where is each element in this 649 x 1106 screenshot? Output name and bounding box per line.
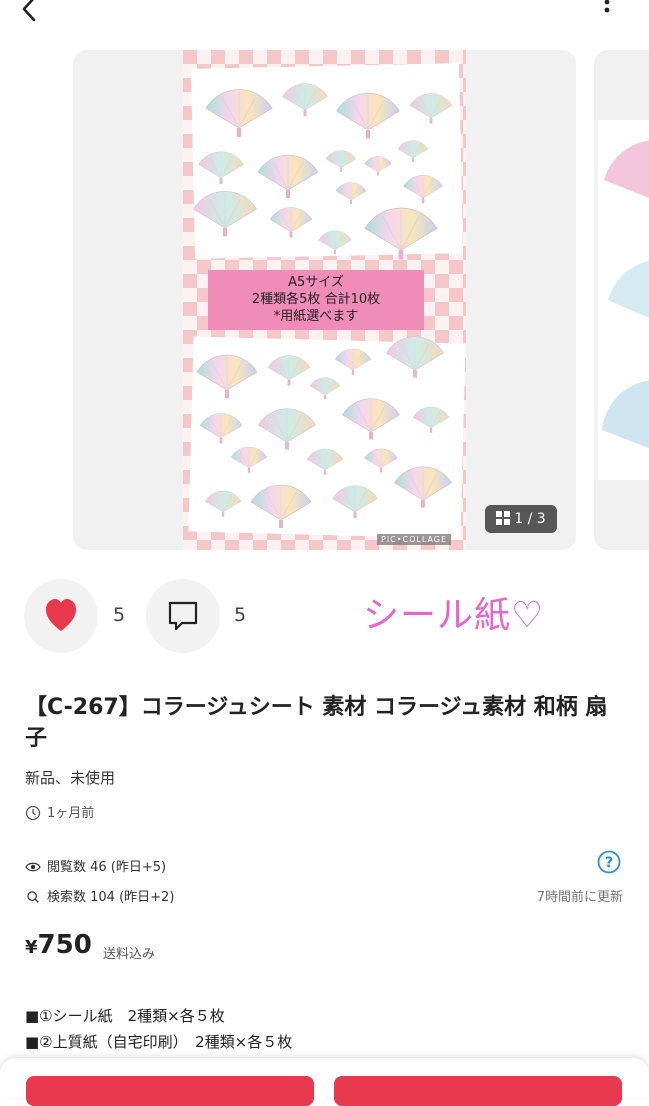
image-counter: 1 / 3 — [485, 505, 557, 533]
grid-icon — [496, 511, 511, 525]
posted-time: 1ヶ月前 — [25, 802, 94, 821]
image-caption-line3: *用紙選べます — [273, 309, 359, 324]
image-gallery[interactable]: A5サイズ 2種類各5枚 合計10枚 *用紙選べます PIC•COLLAGE — [0, 48, 649, 554]
chevron-left-icon — [22, 0, 36, 22]
watermark: PIC•COLLAGE — [377, 534, 452, 545]
question-icon: ? — [597, 850, 621, 874]
clock-icon — [25, 805, 41, 821]
top-bar — [0, 0, 649, 40]
like-count: 5 — [113, 604, 126, 626]
next-image-preview[interactable] — [594, 50, 649, 550]
image-counter-text: 1 / 3 — [514, 511, 546, 527]
view-count-row: 閲覧数 46 (昨日+5) — [25, 856, 166, 875]
shipping-included: 送料込み — [103, 947, 156, 962]
posted-time-text: 1ヶ月前 — [47, 806, 95, 821]
bottom-action-bar — [0, 1058, 649, 1106]
next-image-fans — [602, 140, 649, 449]
like-button[interactable] — [24, 579, 98, 653]
search-icon — [27, 891, 39, 903]
item-title: 【C-267】コラージュシート 素材 コラージュ素材 和柄 扇子 — [25, 695, 608, 751]
eye-icon — [25, 862, 41, 872]
more-vertical-icon — [604, 0, 610, 13]
view-count-text: 閲覧数 46 (昨日+5) — [47, 860, 167, 875]
item-condition: 新品、未使用 — [25, 769, 116, 787]
price: ¥750 — [25, 930, 92, 960]
heart-icon — [46, 599, 76, 631]
purchase-button[interactable] — [334, 1076, 622, 1106]
image-caption-line1: A5サイズ — [288, 275, 344, 290]
help-button[interactable]: ? — [597, 850, 621, 874]
image-caption-box: A5サイズ 2種類各5枚 合計10枚 *用紙選べます — [208, 270, 424, 330]
search-count-text: 検索数 104 (昨日+2) — [47, 890, 175, 905]
svg-text:?: ? — [605, 855, 613, 871]
collage-sheet-image: A5サイズ 2種類各5枚 合計10枚 *用紙選べます PIC•COLLAGE — [183, 50, 466, 550]
comment-button[interactable] — [146, 579, 220, 653]
currency-symbol: ¥ — [25, 937, 38, 958]
price-amount: 750 — [37, 930, 92, 960]
description-line: ■①シール紙 2種類×各５枚 — [25, 1007, 225, 1025]
image-caption-line2: 2種類各5枚 合計10枚 — [251, 292, 381, 307]
back-button[interactable] — [14, 0, 44, 26]
product-image[interactable]: A5サイズ 2種類各5枚 合計10枚 *用紙選べます PIC•COLLAGE — [73, 50, 576, 550]
comment-count: 5 — [234, 604, 247, 626]
primary-action-button[interactable] — [26, 1076, 314, 1106]
updated-time: 7時間前に更新 — [536, 890, 623, 905]
more-options-button[interactable] — [596, 0, 618, 22]
comment-icon — [168, 601, 198, 631]
sticker-paper-overlay-text: シール紙♡ — [363, 595, 545, 636]
search-count-row: 検索数 104 (昨日+2) — [25, 886, 174, 905]
description-line: ■②上質紙（自宅印刷） 2種類×各５枚 — [25, 1033, 293, 1051]
